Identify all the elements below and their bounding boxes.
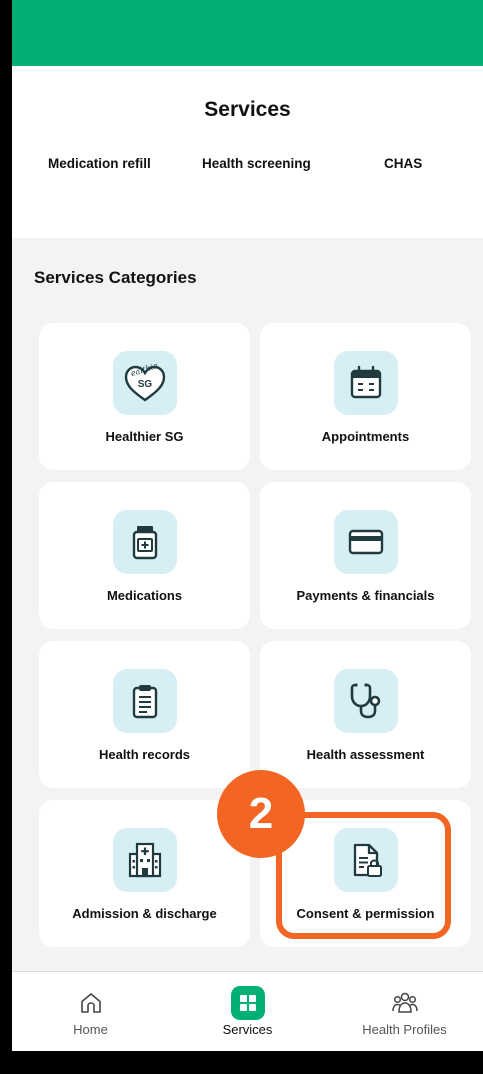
nav-health-profiles[interactable]: Health Profiles: [326, 972, 483, 1052]
hospital-icon: [112, 828, 177, 892]
people-icon: [387, 985, 423, 1021]
clipboard-icon: [112, 669, 177, 733]
nav-services[interactable]: Services: [169, 972, 326, 1052]
svg-text:SG: SG: [137, 379, 152, 390]
category-label: Payments & financials: [296, 588, 435, 603]
category-appointments[interactable]: Appointments: [260, 323, 471, 470]
credit-card-icon: [333, 510, 398, 574]
grid-icon: [230, 985, 266, 1021]
nav-home[interactable]: Home: [12, 972, 169, 1052]
category-health-assessment[interactable]: Health assessment: [260, 641, 471, 788]
category-label: Medications: [106, 588, 183, 603]
section-title: Services Categories: [34, 268, 197, 287]
category-health-records[interactable]: Health records: [39, 641, 250, 788]
bottom-nav: Home Services Health Profiles: [12, 971, 483, 1051]
system-nav-bar: [12, 1051, 483, 1074]
status-bar: [12, 0, 483, 66]
calendar-icon: [333, 351, 398, 415]
category-label: Health assessment: [306, 747, 425, 762]
category-medications[interactable]: Medications: [39, 482, 250, 629]
nav-health-profiles-label: Health Profiles: [362, 1022, 447, 1037]
page-title: Services: [204, 98, 291, 121]
category-label: Appointments: [321, 429, 410, 444]
stethoscope-icon: [333, 669, 398, 733]
category-healthier-sg[interactable]: ealthie SG Healthier SG: [39, 323, 250, 470]
quick-link-chas[interactable]: CHAS: [384, 156, 422, 171]
medicine-bottle-icon: [112, 510, 177, 574]
nav-services-label: Services: [222, 1022, 273, 1037]
healthier-sg-icon: ealthie SG: [112, 351, 177, 415]
step-number-badge: 2: [217, 770, 305, 858]
category-label: Health records: [98, 747, 191, 762]
home-icon: [73, 985, 109, 1021]
step-highlight-box: [276, 812, 451, 939]
category-payments-financials[interactable]: Payments & financials: [260, 482, 471, 629]
category-label: Admission & discharge: [72, 906, 217, 921]
app-screen: Services Medication refill Health screen…: [12, 0, 483, 1074]
quick-links: [12, 140, 483, 238]
quick-link-medication-refill[interactable]: Medication refill: [48, 156, 151, 171]
category-label: Healthier SG: [105, 429, 184, 444]
quick-link-health-screening[interactable]: Health screening: [202, 156, 311, 171]
nav-home-label: Home: [73, 1022, 108, 1037]
